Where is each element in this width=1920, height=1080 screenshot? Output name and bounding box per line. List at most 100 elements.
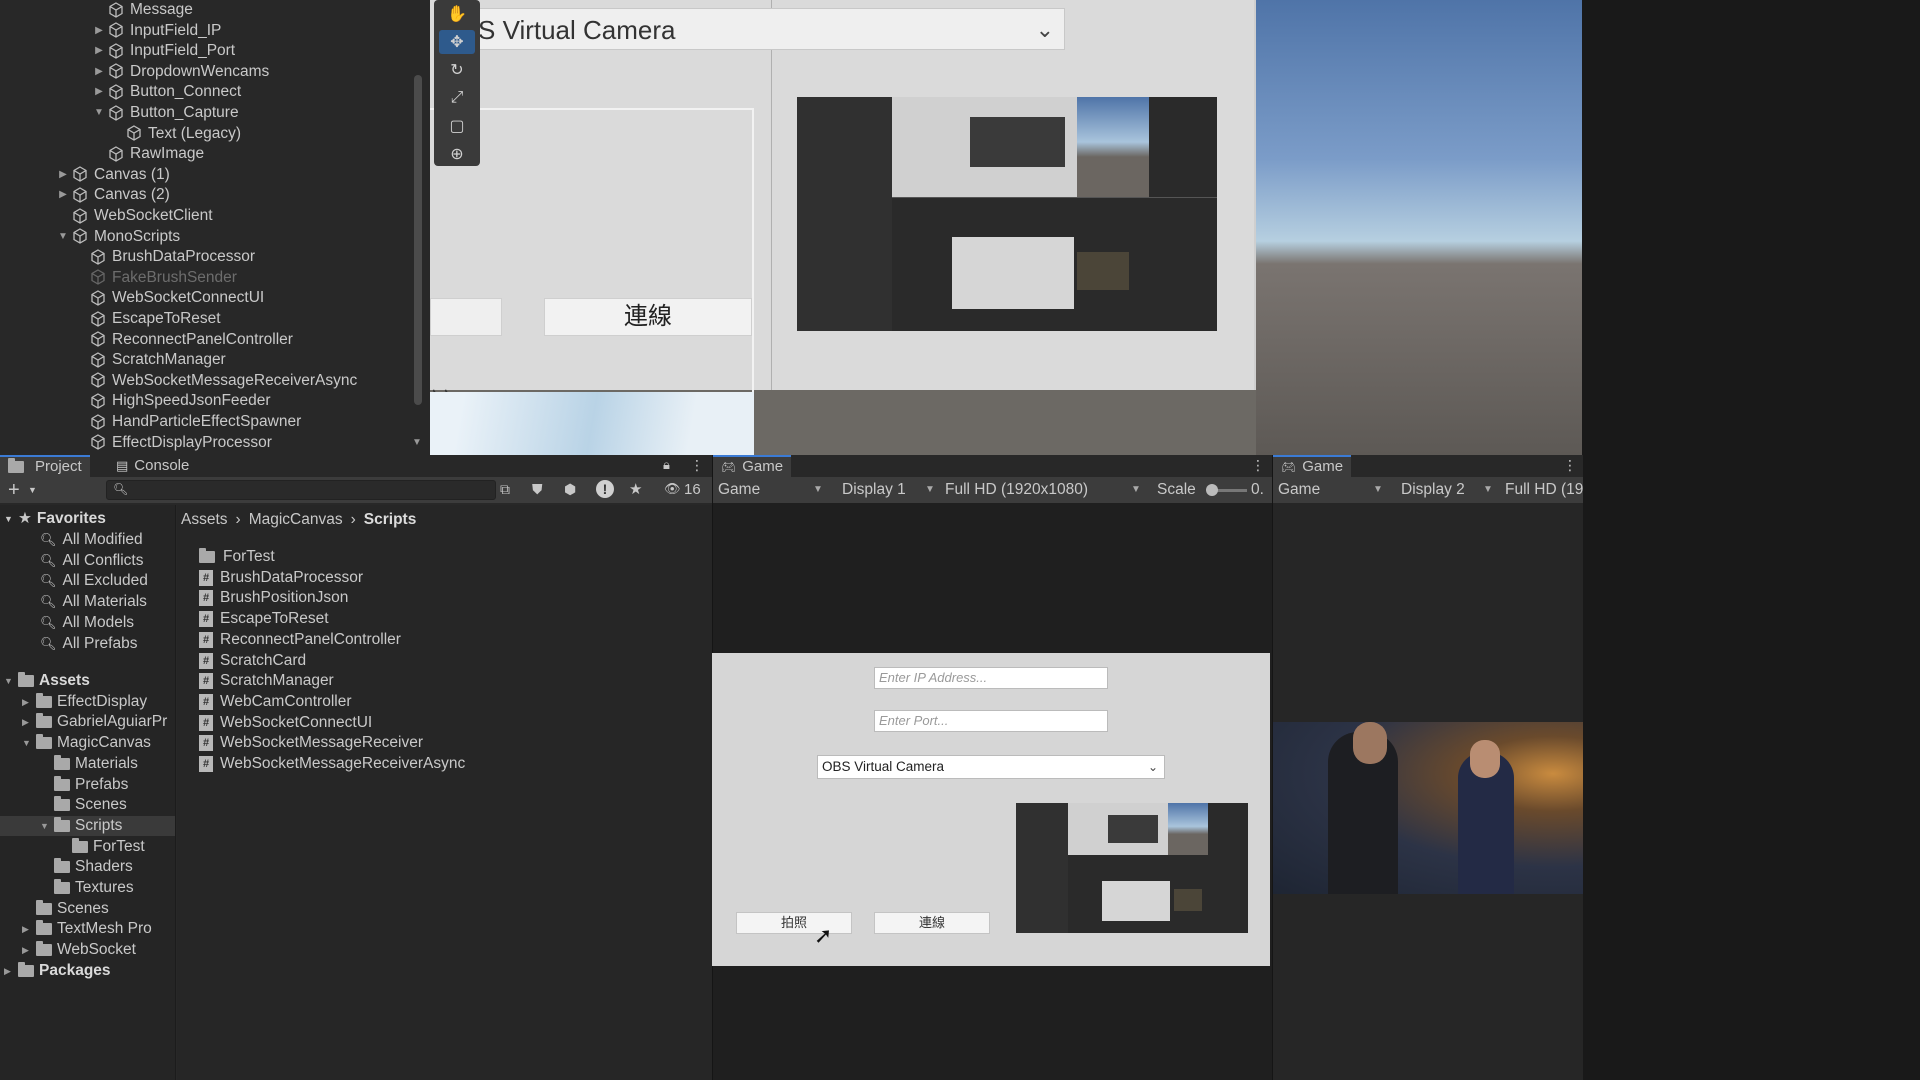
tab-game-1[interactable]: 🎮︎ Game [713,455,792,477]
hierarchy-item[interactable]: ReconnectPanelController [74,329,293,350]
warning-icon[interactable]: ! [596,480,614,498]
expand-arrow-icon[interactable]: ▶ [22,692,36,712]
hierarchy-item[interactable]: HighSpeedJsonFeeder [74,390,271,411]
script-item[interactable]: # ReconnectPanelController [199,630,401,650]
game1-display-select[interactable]: Display 1 [842,477,906,503]
capture-button[interactable]: 拍照 [736,912,852,934]
breadcrumb-magiccanvas[interactable]: MagicCanvas [249,511,343,529]
expand-arrow-icon[interactable]: ▼ [40,816,54,836]
hierarchy-item[interactable]: ScratchManager [74,349,226,370]
scale-slider-handle[interactable] [1206,484,1218,496]
folder-tree-item[interactable]: ForTest [58,837,175,857]
scene-view[interactable]: S Virtual Camera ⌄ 連線 ላ ላ· ✋ ✥ ↻ ⤢ ▢ ⊕ [430,0,1582,455]
folder-tree-item[interactable]: ▶ TextMesh Pro [22,919,175,939]
rotate-tool-icon[interactable]: ↻ [439,58,475,82]
rect-tool-icon[interactable]: ▢ [439,114,475,138]
hierarchy-item[interactable]: ▶ Canvas (1) [56,164,170,185]
script-item[interactable]: # WebSocketMessageReceiver [199,733,423,753]
favorite-item[interactable]: 🔍︎ All Materials [40,592,147,612]
hierarchy-item[interactable]: BrushDataProcessor [74,246,255,267]
port-input[interactable]: Enter Port... [874,710,1108,732]
lock-icon[interactable]: 🔒︎ [663,457,670,473]
transform-tool-icon[interactable]: ⊕ [439,142,475,166]
expand-arrow-right-icon[interactable]: ▶ [56,164,70,185]
tag-icon[interactable]: ⬢ [564,481,576,498]
script-item[interactable]: # ScratchCard [199,651,306,671]
game2-mode-select[interactable]: Game [1278,477,1320,503]
move-tool-icon[interactable]: ✥ [439,30,475,54]
scale-tool-icon[interactable]: ⤢ [439,86,475,110]
hierarchy-item[interactable]: EffectDisplayProcessor [74,432,272,453]
expand-arrow-icon[interactable]: ▶ [4,961,18,981]
tab-console[interactable]: ▤ Console [108,455,197,477]
expand-arrow-right-icon[interactable]: ▶ [92,61,106,82]
script-item[interactable]: # WebCamController [199,692,352,712]
hierarchy-item[interactable]: ▶ Button_Connect [92,81,241,102]
game1-resolution-select[interactable]: Full HD (1920x1080) [945,477,1088,503]
expand-arrow-icon[interactable]: ▼ [22,733,36,753]
game1-render[interactable]: Enter IP Address... Enter Port... OBS Vi… [712,653,1270,966]
scene-capture-button[interactable] [430,298,502,336]
game1-mode-select[interactable]: Game [718,477,760,503]
tab-game-2[interactable]: 🎮︎ Game [1273,455,1352,477]
favorite-item[interactable]: 🔍︎ All Modified [40,530,143,550]
hierarchy-item[interactable]: RawImage [92,143,204,164]
scroll-down-icon[interactable]: ▼ [412,437,422,448]
folder-tree-item[interactable]: Materials [40,754,175,774]
scene-camera-dropdown[interactable]: S Virtual Camera ⌄ [465,8,1065,50]
hand-tool-icon[interactable]: ✋ [439,2,475,26]
hierarchy-item[interactable]: ▶ DropdownWencams [92,61,269,82]
scene-connect-button[interactable]: 連線 [544,298,752,336]
favorite-item[interactable]: 🔍︎ All Excluded [40,571,148,591]
folder-tree-item[interactable]: Shaders [40,857,175,877]
star-icon[interactable]: ★ [629,480,642,498]
game2-resolution-select[interactable]: Full HD (19 [1505,477,1583,503]
script-item[interactable]: # EscapeToReset [199,609,329,629]
game2-display-select[interactable]: Display 2 [1401,477,1465,503]
ip-address-input[interactable]: Enter IP Address... [874,667,1108,689]
folder-tree-item[interactable]: ▶ WebSocket [22,940,175,960]
expand-arrow-right-icon[interactable]: ▶ [92,20,106,41]
hierarchy-item[interactable]: FakeBrushSender [74,267,237,288]
script-item[interactable]: # BrushDataProcessor [199,568,363,588]
expand-arrow-down-icon[interactable]: ▼ [92,102,106,123]
expand-arrow-right-icon[interactable]: ▶ [92,81,106,102]
folder-tree-item[interactable]: Prefabs [40,775,175,795]
breadcrumb-assets[interactable]: Assets [181,511,228,529]
expand-arrow-icon[interactable]: ▶ [22,940,36,960]
script-item[interactable]: # WebSocketMessageReceiverAsync [199,754,465,774]
expand-arrow-icon[interactable]: ▶ [22,712,36,732]
more-options-icon[interactable]: ⋮ [1563,457,1577,474]
expand-arrow-down-icon[interactable]: ▼ [4,509,18,529]
folder-tree-item[interactable]: ▼ MagicCanvas [22,733,175,753]
hierarchy-item[interactable]: WebSocketConnectUI [74,287,264,308]
folder-tree-item[interactable]: ▶ Packages [4,961,175,981]
folder-tree-item[interactable]: Textures [40,878,175,898]
hierarchy-item[interactable]: Text (Legacy) [110,123,241,144]
more-options-icon[interactable]: ⋮ [690,457,704,474]
favorite-item[interactable]: 🔍︎ All Models [40,613,134,633]
add-dropdown-icon[interactable]: ▼ [28,477,37,503]
folder-tree-item[interactable]: ▶ EffectDisplay [22,692,175,712]
connect-button[interactable]: 連線 [874,912,990,934]
script-item[interactable]: # BrushPositionJson [199,588,348,608]
search-by-label-icon[interactable]: ⛊ [532,481,543,498]
tab-project[interactable]: Project [0,455,90,477]
expand-arrow-icon[interactable]: ▶ [22,919,36,939]
webcam-dropdown[interactable]: OBS Virtual Camera ⌄ [817,755,1165,779]
folder-item[interactable]: ForTest [199,547,275,567]
folder-tree-item[interactable]: ▼ Scripts [0,815,175,836]
search-by-type-icon[interactable]: ⧉ [500,481,510,498]
hierarchy-item[interactable]: ▶ Canvas (2) [56,184,170,205]
folder-tree-item[interactable]: ▼ Assets [4,671,175,691]
expand-arrow-icon[interactable]: ▼ [4,671,18,691]
script-item[interactable]: # WebSocketConnectUI [199,713,372,733]
hierarchy-item[interactable]: Message [92,0,193,20]
expand-arrow-right-icon[interactable]: ▶ [92,40,106,61]
hierarchy-item[interactable]: WebSocketMessageReceiverAsync [74,370,357,391]
expand-arrow-right-icon[interactable]: ▶ [56,184,70,205]
hierarchy-item[interactable]: ▼ MonoScripts [56,226,180,247]
hierarchy-item[interactable]: EscapeToReset [74,308,221,329]
hierarchy-item[interactable]: ▶ InputField_Port [92,40,235,61]
hierarchy-item[interactable]: ▼ Button_Capture [92,102,239,123]
